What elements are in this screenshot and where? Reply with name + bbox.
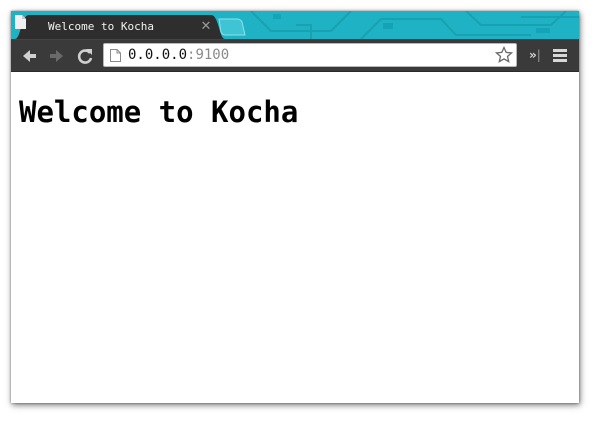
address-bar[interactable]: 0.0.0.0:9100 — [103, 43, 517, 67]
browser-toolbar: 0.0.0.0:9100 »| — [11, 39, 579, 71]
url-host: 0.0.0.0 — [128, 47, 188, 63]
tab-title: Welcome to Kocha — [48, 20, 154, 33]
forward-button[interactable] — [47, 46, 67, 66]
close-icon[interactable]: ✕ — [198, 19, 214, 35]
chevron-double-right-icon[interactable]: »| — [529, 48, 541, 62]
page-heading: Welcome to Kocha — [19, 95, 299, 129]
menu-icon[interactable] — [553, 48, 567, 62]
new-tab-button[interactable] — [217, 17, 247, 37]
browser-window: Welcome to Kocha ✕ 0.0.0.0:9100 »| Welco… — [11, 11, 579, 403]
page-icon — [110, 49, 121, 62]
title-bar: Welcome to Kocha ✕ — [11, 11, 579, 39]
back-arrow-icon — [23, 50, 36, 62]
tab-welcome[interactable]: Welcome to Kocha ✕ — [15, 15, 225, 39]
page-content: Welcome to Kocha — [11, 71, 579, 403]
back-button[interactable] — [19, 46, 39, 66]
url-text: 0.0.0.0:9100 — [128, 47, 229, 64]
document-icon — [15, 15, 26, 29]
forward-arrow-icon — [50, 50, 63, 62]
url-port: :9100 — [187, 47, 230, 63]
reload-icon — [77, 49, 93, 64]
reload-button[interactable] — [75, 46, 95, 66]
star-icon[interactable] — [495, 46, 513, 64]
